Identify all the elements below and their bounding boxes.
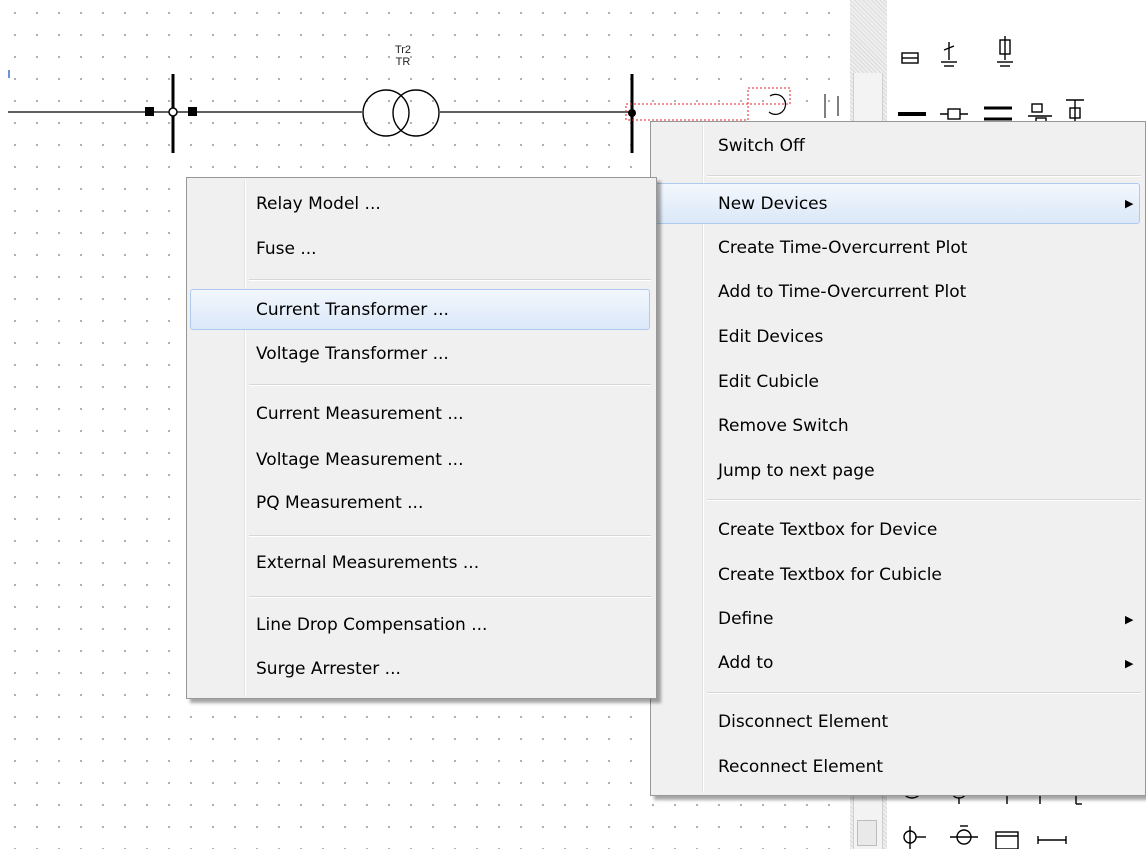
submenu-item-relay-model[interactable]: Relay Model ... bbox=[190, 184, 650, 225]
menu-item-edit-devices[interactable]: Edit Devices bbox=[654, 317, 1140, 358]
menu-item-edit-cubicle[interactable]: Edit Cubicle bbox=[654, 362, 1140, 403]
menu-item-jump-to-next-page[interactable]: Jump to next page bbox=[654, 451, 1140, 492]
menu-separator bbox=[249, 535, 651, 537]
menu-item-create-textbox-for-device[interactable]: Create Textbox for Device bbox=[654, 510, 1140, 551]
menu-separator bbox=[249, 384, 651, 386]
submenu-arrow-icon: ▶ bbox=[1125, 657, 1134, 670]
menu-item-add-to-time-overcurrent-plot[interactable]: Add to Time-Overcurrent Plot bbox=[654, 272, 1140, 313]
new-devices-submenu: Relay Model ... Fuse ... Current Transfo… bbox=[186, 177, 657, 699]
selected-element-highlight-top bbox=[747, 87, 791, 105]
bus-node-left bbox=[168, 107, 178, 117]
submenu-item-fuse[interactable]: Fuse ... bbox=[190, 229, 650, 270]
menu-item-new-devices[interactable]: New Devices ▶ bbox=[654, 183, 1140, 224]
link-icon[interactable] bbox=[1037, 836, 1067, 844]
menu-separator bbox=[249, 279, 651, 281]
menu-item-switch-off[interactable]: Switch Off bbox=[654, 126, 1140, 167]
double-busbar-icon[interactable] bbox=[984, 106, 1012, 121]
bus-node-right bbox=[628, 109, 636, 117]
submenu-item-line-drop-compensation[interactable]: Line Drop Compensation ... bbox=[190, 605, 650, 646]
breaker-icon[interactable] bbox=[940, 108, 968, 120]
menu-separator bbox=[249, 596, 651, 598]
transformer-label-top: Tr2 bbox=[394, 44, 412, 56]
submenu-item-voltage-transformer[interactable]: Voltage Transformer ... bbox=[190, 334, 650, 375]
submenu-item-current-transformer[interactable]: Current Transformer ... bbox=[190, 289, 650, 330]
box-icon[interactable] bbox=[995, 831, 1019, 849]
breaker-left-b bbox=[188, 107, 197, 116]
menu-separator bbox=[707, 692, 1141, 694]
menu-item-create-textbox-for-cubicle[interactable]: Create Textbox for Cubicle bbox=[654, 555, 1140, 596]
menu-item-disconnect-element[interactable]: Disconnect Element bbox=[654, 702, 1140, 743]
submenu-item-external-measurements[interactable]: External Measurements ... bbox=[190, 543, 650, 584]
ground-switch-icon[interactable] bbox=[997, 36, 1013, 67]
transformer-winding-2 bbox=[392, 89, 440, 137]
ct-icon[interactable] bbox=[903, 826, 926, 849]
menu-separator bbox=[707, 499, 1141, 501]
submenu-item-pq-measurement[interactable]: PQ Measurement ... bbox=[190, 483, 650, 524]
fuse-icon[interactable] bbox=[901, 52, 919, 64]
menu-item-define[interactable]: Define ▶ bbox=[654, 599, 1140, 640]
surge-arrester-icon[interactable] bbox=[941, 42, 957, 67]
submenu-arrow-icon: ▶ bbox=[1125, 197, 1134, 210]
breaker-left-a bbox=[145, 107, 154, 116]
palette-scroll-down-button[interactable] bbox=[857, 820, 877, 846]
motor-icon[interactable] bbox=[950, 825, 978, 845]
submenu-item-surge-arrester[interactable]: Surge Arrester ... bbox=[190, 649, 650, 690]
menu-item-add-to[interactable]: Add to ▶ bbox=[654, 643, 1140, 684]
context-menu: Switch Off New Devices ▶ Create Time-Over… bbox=[650, 121, 1146, 796]
menu-item-create-time-overcurrent-plot[interactable]: Create Time-Overcurrent Plot bbox=[654, 228, 1140, 269]
submenu-arrow-icon: ▶ bbox=[1125, 613, 1134, 626]
submenu-item-current-measurement[interactable]: Current Measurement ... bbox=[190, 394, 650, 435]
menu-separator bbox=[707, 175, 1141, 177]
selected-element-highlight bbox=[625, 103, 749, 121]
transformer-label-bottom: TR bbox=[395, 56, 411, 68]
submenu-item-voltage-measurement[interactable]: Voltage Measurement ... bbox=[190, 440, 650, 481]
menu-item-reconnect-element[interactable]: Reconnect Element bbox=[654, 747, 1140, 788]
transformer-winding-1 bbox=[362, 89, 410, 137]
menu-item-remove-switch[interactable]: Remove Switch bbox=[654, 406, 1140, 447]
